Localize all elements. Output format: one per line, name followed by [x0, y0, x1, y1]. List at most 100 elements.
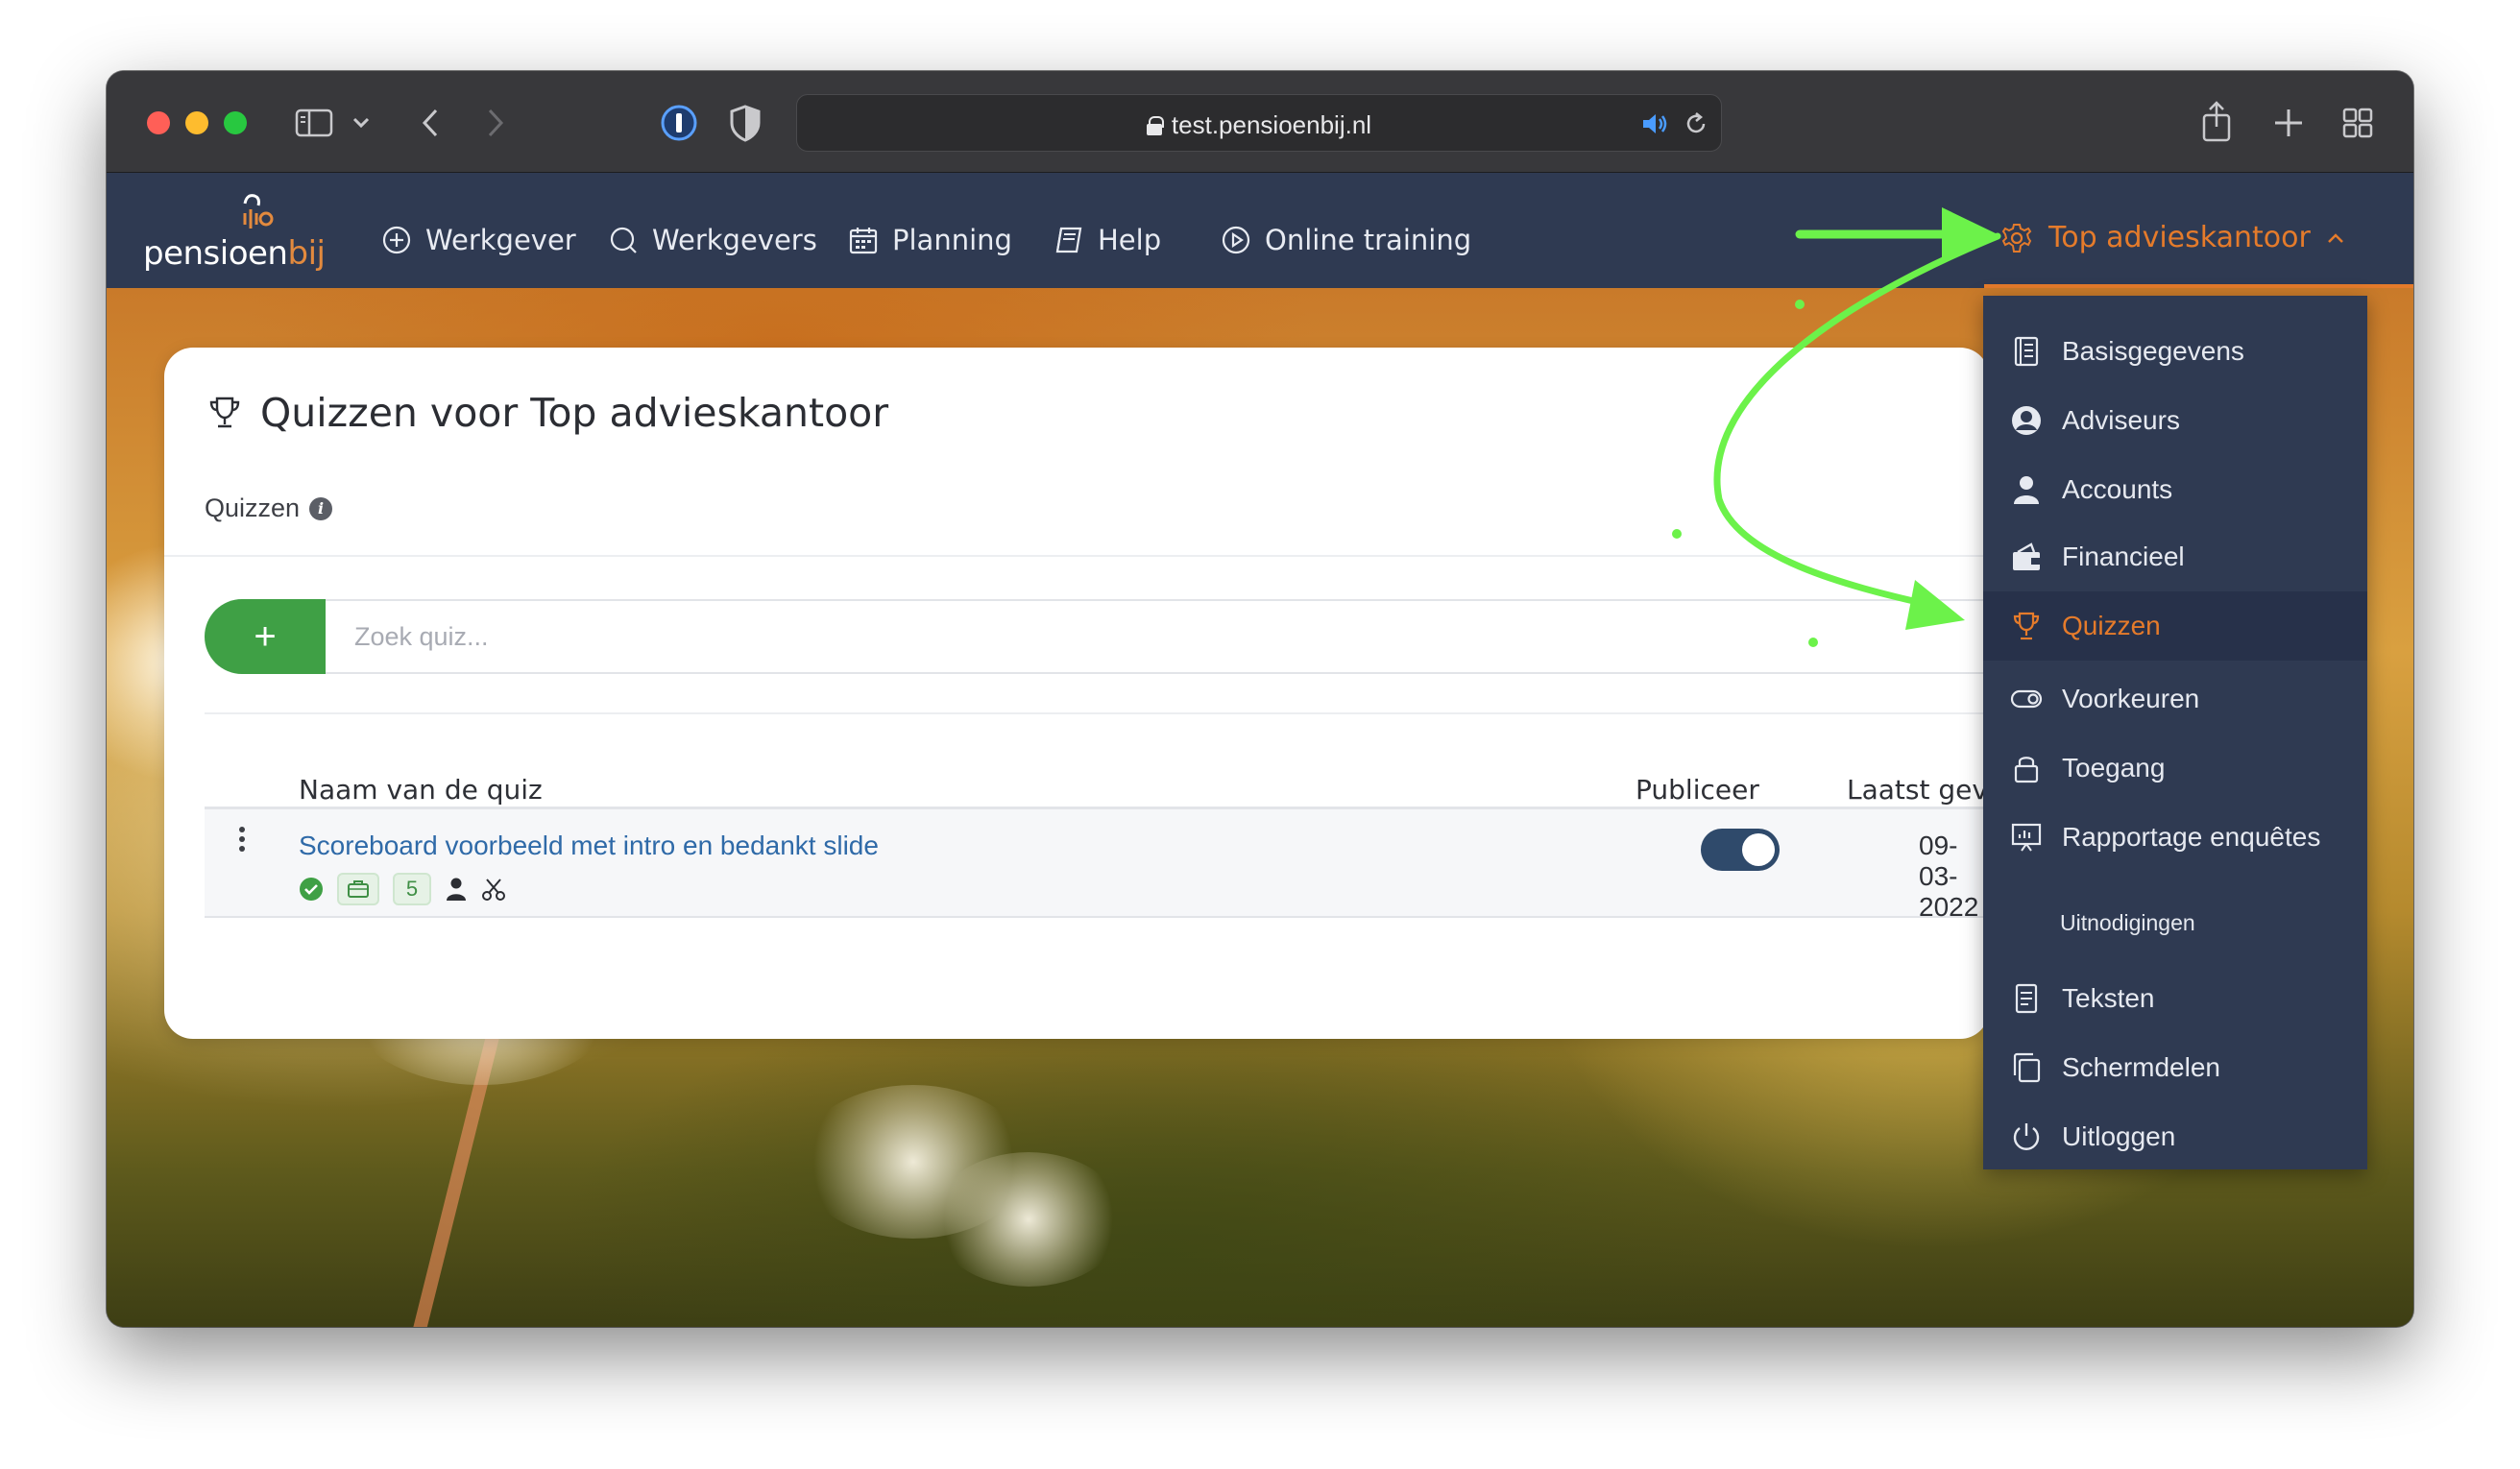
document-list-icon — [2014, 336, 2039, 367]
divider — [164, 555, 1989, 557]
menu-item-label: Voorkeuren — [2062, 684, 2200, 713]
tab-overview-icon[interactable] — [2342, 108, 2373, 138]
sidebar-toggle-icon[interactable] — [295, 108, 333, 138]
reload-icon[interactable] — [1683, 110, 1709, 137]
nav-planning-label: Planning — [892, 224, 1012, 256]
quiz-card: Quizzen voor Top advieskantoor Quizzen i… — [164, 348, 1989, 1039]
question-count-badge: 5 — [393, 873, 431, 905]
search-quiz-input[interactable] — [326, 599, 1989, 674]
column-header-name[interactable]: Naam van de quiz — [299, 774, 543, 806]
dandelion-seed — [933, 1152, 1125, 1287]
menu-item-label: Adviseurs — [2062, 405, 2180, 435]
browser-window: test.pensioenbij.nl pensioenbij Werkgeve… — [107, 71, 2413, 1327]
divider — [205, 712, 1989, 714]
chevron-up-icon — [2327, 232, 2343, 243]
section-label-text: Quizzen — [205, 494, 301, 522]
menu-item-label: Toegang — [2062, 753, 2166, 783]
menu-item-rapportage-enquetes[interactable]: Rapportage enquêtes — [1983, 803, 2367, 872]
new-tab-icon[interactable] — [2273, 108, 2304, 138]
share-icon[interactable] — [2200, 100, 2233, 142]
toggle-icon — [2010, 689, 2043, 709]
search-row: + — [205, 599, 1989, 674]
menu-item-label: Rapportage enquêtes — [2062, 822, 2321, 852]
menu-item-toegang[interactable]: Toegang — [1983, 734, 2367, 803]
column-header-last-changed[interactable]: Laatst gev — [1847, 774, 1988, 806]
column-header-publish[interactable]: Publiceer — [1636, 774, 1759, 806]
calendar-icon — [849, 228, 878, 254]
nav-werkgever[interactable]: Werkgever — [381, 221, 576, 259]
gear-icon — [2001, 223, 2032, 253]
nav-online-training-label: Online training — [1265, 224, 1472, 256]
menu-item-label: Accounts — [2062, 474, 2173, 504]
info-icon[interactable]: i — [309, 496, 333, 520]
nav-werkgevers[interactable]: Werkgevers — [608, 221, 817, 259]
quiz-status-icons: 5 — [299, 873, 506, 905]
nav-help[interactable]: Help — [1054, 221, 1161, 259]
briefcase-icon — [348, 880, 369, 898]
account-menu-toggle[interactable]: Top advieskantoor — [2000, 221, 2345, 254]
speaker-icon[interactable] — [1640, 112, 1669, 135]
trophy-icon — [2013, 612, 2040, 640]
logo-wordmark: pensioenbij — [143, 234, 326, 273]
add-quiz-button[interactable]: + — [205, 599, 326, 674]
nav-werkgevers-label: Werkgevers — [652, 224, 817, 256]
user-icon — [2014, 476, 2039, 504]
url-value: test.pensioenbij.nl — [1171, 110, 1372, 139]
trophy-icon — [209, 397, 240, 428]
menu-item-basisgegevens[interactable]: Basisgegevens — [1983, 317, 2367, 386]
publish-toggle[interactable] — [1701, 829, 1780, 871]
menu-item-label: Basisgegevens — [2062, 336, 2244, 366]
nav-planning[interactable]: Planning — [848, 221, 1012, 259]
menu-item-adviseurs[interactable]: Adviseurs — [1983, 386, 2367, 455]
user-icon — [447, 878, 466, 901]
page-title: Quizzen voor Top advieskantoor — [206, 390, 888, 436]
quiz-name-link[interactable]: Scoreboard voorbeeld met intro en bedank… — [299, 831, 879, 861]
url-text: test.pensioenbij.nl — [797, 110, 1721, 140]
text-document-icon — [2015, 983, 2038, 1014]
account-menu-label: Top advieskantoor — [2048, 221, 2311, 254]
quiz-type-badge — [337, 873, 379, 905]
check-circle-icon — [300, 878, 323, 901]
section-label: Quizzen i — [205, 494, 333, 523]
pensioenbij-logo[interactable]: pensioenbij — [143, 194, 326, 273]
nav-online-training[interactable]: Online training — [1221, 221, 1471, 259]
search-icon — [610, 227, 637, 253]
presentation-icon — [2011, 823, 2042, 852]
chevron-down-icon[interactable] — [352, 117, 370, 129]
user-circle-icon — [2012, 406, 2041, 435]
address-bar[interactable]: test.pensioenbij.nl — [796, 94, 1722, 152]
menu-item-schermdelen[interactable]: Schermdelen — [1983, 1033, 2367, 1102]
logo-main-text: pensioen — [143, 234, 288, 273]
menu-section-heading: Uitnodigingen — [2060, 910, 2195, 935]
shield-icon[interactable] — [729, 104, 762, 142]
minimize-window-button[interactable] — [185, 111, 208, 134]
zoom-window-button[interactable] — [224, 111, 247, 134]
page-title-text: Quizzen voor Top advieskantoor — [260, 390, 889, 436]
play-circle-icon — [1222, 226, 1250, 254]
lock-icon — [2014, 757, 2039, 783]
menu-item-label: Quizzen — [2062, 611, 2161, 640]
wallet-icon — [2013, 542, 2040, 570]
menu-item-financieel[interactable]: Financieel — [1983, 522, 2367, 591]
nav-werkgever-label: Werkgever — [425, 224, 576, 256]
logo-accent-text: bij — [287, 234, 326, 273]
menu-item-uitloggen[interactable]: Uitloggen — [1983, 1102, 2367, 1171]
menu-item-accounts[interactable]: Accounts — [1983, 455, 2367, 524]
menu-item-label: Financieel — [2062, 542, 2185, 571]
close-window-button[interactable] — [147, 111, 170, 134]
more-options-icon[interactable] — [237, 827, 247, 855]
back-icon[interactable] — [420, 108, 441, 138]
plus-circle-icon — [382, 226, 411, 254]
forward-icon[interactable] — [485, 108, 506, 138]
scissors-icon — [482, 879, 505, 901]
account-dropdown-menu: Basisgegevens Adviseurs Accounts Financi… — [1983, 296, 2367, 1169]
power-icon — [2013, 1123, 2040, 1150]
menu-item-voorkeuren[interactable]: Voorkeuren — [1983, 664, 2367, 734]
book-icon — [1055, 227, 1082, 253]
menu-item-teksten[interactable]: Teksten — [1983, 964, 2367, 1033]
menu-item-quizzen[interactable]: Quizzen — [1983, 591, 2367, 661]
bee-logo-icon — [243, 194, 274, 229]
table-row: Scoreboard voorbeeld met intro en bedank… — [205, 807, 1989, 922]
password-manager-icon[interactable] — [660, 104, 698, 142]
app-navbar: pensioenbij Werkgever Werkgevers Plannin… — [107, 173, 2413, 288]
